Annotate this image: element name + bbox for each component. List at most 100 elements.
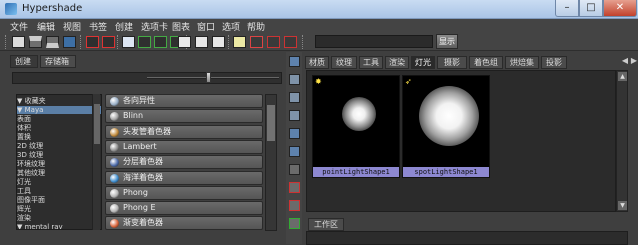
menu-help[interactable]: 帮助	[247, 20, 265, 33]
search-input[interactable]	[315, 35, 433, 48]
slider-handle[interactable]	[206, 72, 211, 83]
node-button[interactable]: Lambert	[105, 139, 263, 154]
tab-6[interactable]: 着色组	[469, 56, 503, 69]
render-swatch-icon[interactable]	[233, 36, 246, 48]
work-area[interactable]	[306, 231, 628, 245]
icon-size-slider[interactable]	[147, 77, 279, 79]
target-icon[interactable]	[267, 36, 280, 48]
menu-bar: 文件 编辑 视图 书签 创建 选项卡 图表 窗口 选项 帮助	[0, 19, 638, 33]
tab-scroll-right-icon[interactable]: ▶	[629, 56, 638, 68]
tree-item[interactable]: 置换	[17, 133, 101, 141]
node-button[interactable]: 海洋着色器	[105, 170, 263, 185]
node-button[interactable]: 渐变着色器	[105, 216, 263, 231]
node-button[interactable]: Phong E	[105, 201, 263, 216]
scroll-thumb[interactable]	[94, 104, 100, 144]
tree-item[interactable]: 体积	[17, 124, 101, 132]
menu-file[interactable]: 文件	[10, 20, 28, 33]
sort-type-icon[interactable]	[289, 110, 300, 121]
menu-create[interactable]: 创建	[115, 20, 133, 33]
tab-bins[interactable]: 存储箱	[40, 55, 76, 68]
tab-2[interactable]: 工具	[359, 56, 383, 69]
red-marker-icon[interactable]	[250, 36, 263, 48]
toolbar-separator	[302, 35, 304, 49]
io-connections-icon[interactable]	[154, 36, 167, 48]
tree-item[interactable]: 2D 纹理	[17, 142, 101, 150]
shader-ball-icon	[110, 142, 119, 152]
connections-icon[interactable]	[289, 218, 300, 229]
swatch-scrollbar[interactable]: ▲ ▼	[616, 70, 628, 212]
menu-view[interactable]: 视图	[63, 20, 81, 33]
tree-item[interactable]: 其他纹理	[17, 169, 101, 177]
node-button[interactable]: Phong	[105, 185, 263, 200]
sort-name-icon[interactable]	[289, 92, 300, 103]
node-list-scrollbar[interactable]	[265, 94, 277, 231]
layout-top-icon[interactable]	[29, 36, 42, 48]
graph-icon[interactable]	[289, 182, 300, 193]
clear-graph-icon[interactable]	[122, 36, 135, 48]
tab-4[interactable]: 灯光	[411, 56, 435, 69]
node-button[interactable]: 头发管着色器	[105, 124, 263, 139]
node-button[interactable]: 各向异性	[105, 94, 263, 108]
shader-ball-icon	[110, 188, 119, 198]
tree-item[interactable]: 环境纹理	[17, 160, 101, 168]
tree-item[interactable]: 辉光	[17, 205, 101, 213]
toggle-create-bar-icon[interactable]	[12, 36, 25, 48]
tab-create[interactable]: 创建	[10, 55, 38, 68]
tree-item[interactable]: 3D 纹理	[17, 151, 101, 159]
tree-item[interactable]: ▼ Maya	[17, 106, 101, 114]
network-icon[interactable]	[289, 200, 300, 211]
menu-edit[interactable]: 编辑	[37, 20, 55, 33]
menu-bookmarks[interactable]: 书签	[89, 20, 107, 33]
input-connections-icon[interactable]	[138, 36, 151, 48]
tree-item[interactable]: ▼ mental ray	[17, 223, 101, 229]
tree-item[interactable]: 表面	[17, 115, 101, 123]
node-button[interactable]: Blinn	[105, 109, 263, 124]
menu-options[interactable]: 选项	[222, 20, 240, 33]
scroll-thumb[interactable]	[267, 105, 275, 141]
tree-item[interactable]: 图像平面	[17, 196, 101, 204]
small-icons-icon[interactable]	[289, 128, 300, 139]
tree-item[interactable]: 工具	[17, 187, 101, 195]
close-button[interactable]: ✕	[603, 0, 637, 17]
tree-item[interactable]: ▼ 收藏夹	[17, 97, 101, 105]
tab-3[interactable]: 渲染	[385, 56, 409, 69]
menu-graph[interactable]: 图表	[172, 20, 190, 33]
node-label: 海洋着色器	[123, 172, 163, 182]
shader-ball-icon	[110, 127, 119, 137]
view-icons-icon[interactable]	[289, 56, 300, 67]
view-list-icon[interactable]	[289, 74, 300, 85]
reload-icon[interactable]	[212, 36, 225, 48]
graph-network-icon[interactable]	[102, 36, 115, 48]
tab-0[interactable]: 材质	[305, 56, 329, 69]
import-icon[interactable]	[178, 36, 191, 48]
graph-materials-icon[interactable]	[86, 36, 99, 48]
tree-scrollbar[interactable]	[92, 94, 100, 230]
sort-time-icon[interactable]	[289, 164, 300, 175]
tab-work-area[interactable]: 工作区	[308, 218, 344, 231]
export-icon[interactable]	[195, 36, 208, 48]
tab-7[interactable]: 烘焙集	[505, 56, 539, 69]
scroll-up-icon[interactable]: ▲	[618, 72, 627, 81]
layout-bottom-icon[interactable]	[46, 36, 59, 48]
shader-ball-icon	[110, 173, 119, 183]
tab-5[interactable]: 摄影机	[437, 56, 467, 69]
minimize-button[interactable]: –	[555, 0, 579, 17]
show-button[interactable]: 显示	[436, 34, 458, 49]
light-swatch[interactable]: ➶ spotLightShape1	[402, 75, 490, 178]
tree-item[interactable]: 渲染	[17, 214, 101, 222]
large-icons-icon[interactable]	[289, 146, 300, 157]
toolbar-separator	[228, 35, 230, 49]
menu-tabs[interactable]: 选项卡	[141, 20, 168, 33]
menu-window[interactable]: 窗口	[197, 20, 215, 33]
scroll-down-icon[interactable]: ▼	[618, 201, 627, 210]
tree-item[interactable]: 灯光	[17, 178, 101, 186]
vertical-toolbar	[286, 52, 302, 244]
maximize-button[interactable]: □	[579, 0, 603, 17]
tab-1[interactable]: 纹理	[331, 56, 357, 69]
layout-both-icon[interactable]	[63, 36, 76, 48]
node-button[interactable]: 分层着色器	[105, 155, 263, 170]
node-label: Blinn	[123, 111, 144, 121]
light-swatch[interactable]: ✸ pointLightShape1	[312, 75, 400, 178]
tab-8[interactable]: 投影	[541, 56, 567, 69]
grid-icon[interactable]	[284, 36, 297, 48]
